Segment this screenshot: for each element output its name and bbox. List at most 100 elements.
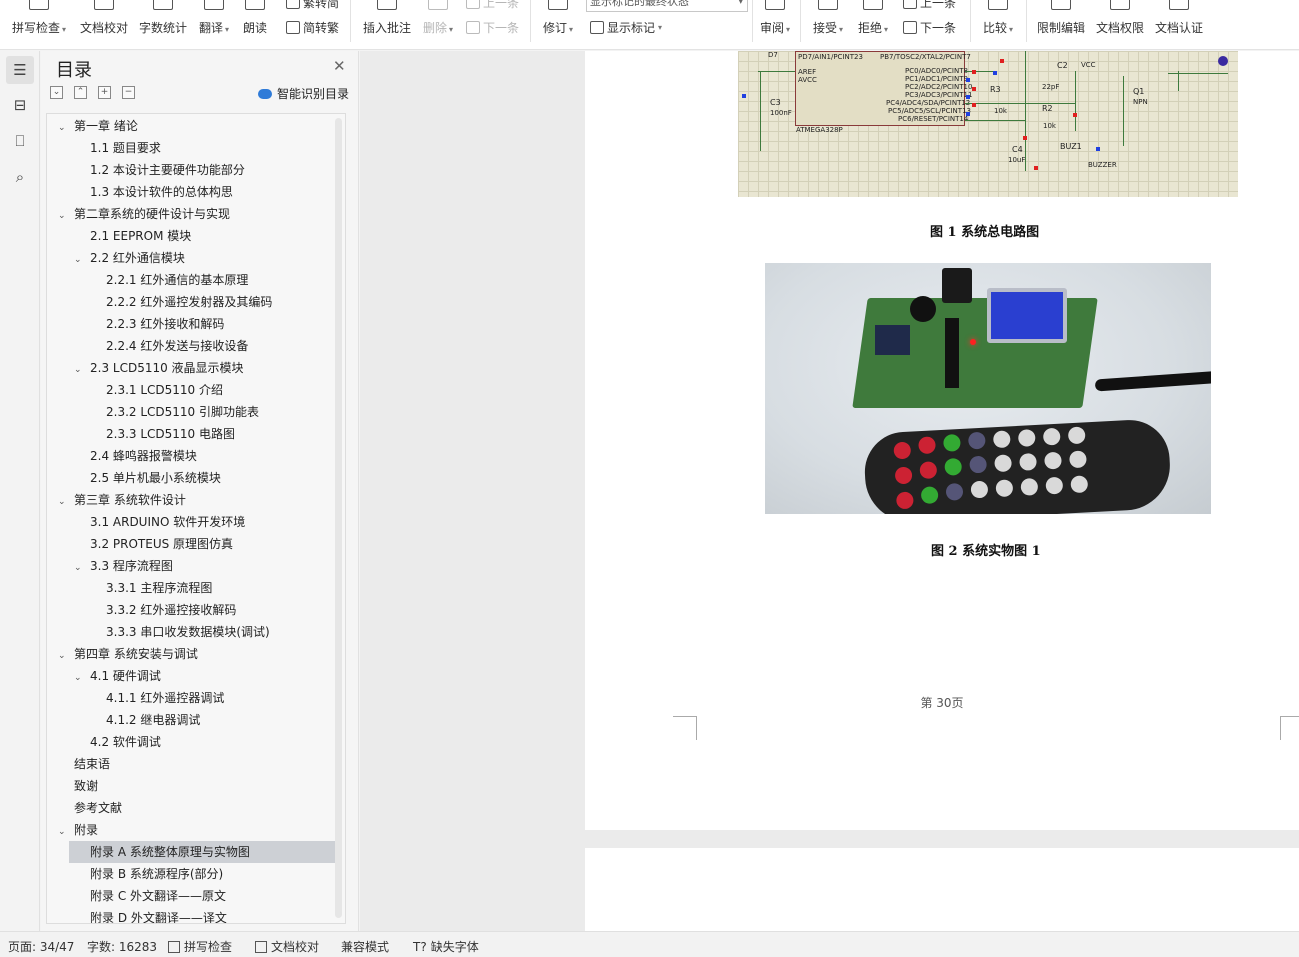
chevron-down-icon[interactable]: ⌄: [74, 557, 84, 579]
toc-item[interactable]: 2.5 单片机最小系统模块: [74, 467, 221, 489]
toc-panel-icon[interactable]: ☰: [6, 56, 34, 84]
toc-item[interactable]: 2.3.2 LCD5110 引脚功能表: [90, 401, 259, 423]
toc-item[interactable]: 附录 A 系统整体原理与实物图: [74, 841, 250, 863]
toc-item[interactable]: 1.3 本设计软件的总体构思: [74, 181, 233, 203]
hardware-photo: [765, 263, 1211, 514]
trad-simp-icon: [286, 0, 300, 9]
chevron-down-icon[interactable]: ⌄: [58, 205, 68, 227]
translate-button[interactable]: 翻译 ▾: [196, 0, 232, 48]
toc-item[interactable]: 4.1.2 继电器调试: [90, 709, 200, 731]
toc-item[interactable]: 2.4 蜂鸣器报警模块: [74, 445, 197, 467]
toc-item[interactable]: ⌄ 第四章 系统安装与调试: [58, 643, 198, 665]
chevron-down-icon[interactable]: ⌄: [74, 249, 84, 271]
toc-item[interactable]: 2.2.1 红外通信的基本原理: [90, 269, 248, 291]
red-led: [970, 339, 976, 345]
toc-item[interactable]: 2.2.4 红外发送与接收设备: [90, 335, 248, 357]
toc-item[interactable]: ⌄ 3.3 程序流程图: [74, 555, 173, 577]
toc-item[interactable]: 2.3.1 LCD5110 介绍: [90, 379, 223, 401]
chapter-nav-icon[interactable]: ⊟: [6, 91, 34, 119]
doc-proofread-button[interactable]: 文档校对: [78, 0, 130, 48]
read-aloud-button[interactable]: 朗读: [240, 0, 270, 48]
word-count-indicator[interactable]: 字数: 16283: [87, 938, 157, 955]
toc-item[interactable]: 附录 D 外文翻译——译文: [74, 907, 227, 923]
spell-check-status[interactable]: 拼写检查: [168, 938, 232, 955]
toc-scrollbar[interactable]: [335, 118, 342, 918]
toc-item[interactable]: 附录 B 系统源程序(部分): [74, 863, 223, 885]
toc-item[interactable]: ⌄ 附录: [58, 819, 98, 841]
toc-item[interactable]: ⌄ 2.3 LCD5110 液晶显示模块: [74, 357, 244, 379]
toc-item-label: 致谢: [74, 779, 99, 793]
circuit-schematic-image: D7 PD7/AIN1/PCINT23 PB7/TOSC2/XTAL2/PCIN…: [738, 51, 1238, 197]
toc-item-label: 2.1 EEPROM 模块: [90, 229, 192, 243]
toc-item[interactable]: 4.2 软件调试: [74, 731, 161, 753]
revise-button[interactable]: 修订 ▾: [540, 0, 576, 48]
prev-comment-button[interactable]: 上一条: [466, 0, 519, 11]
toc-item[interactable]: 3.3.1 主程序流程图: [90, 577, 212, 599]
bookmark-icon[interactable]: ⎕: [6, 127, 34, 155]
expand-up-icon[interactable]: ⌃: [74, 86, 87, 99]
toc-item[interactable]: 3.3.2 红外遥控接收解码: [90, 599, 236, 621]
toc-item-label: 1.1 题目要求: [90, 141, 161, 155]
toc-item[interactable]: 附录 C 外文翻译——原文: [74, 885, 226, 907]
close-icon[interactable]: ✕: [333, 57, 346, 75]
toc-item[interactable]: ⌄ 第一章 绪论: [58, 115, 138, 137]
trad-to-simp-button[interactable]: 繁转简: [286, 0, 339, 11]
reject-button[interactable]: 拒绝 ▾: [855, 0, 891, 48]
proofread-status[interactable]: 文档校对: [255, 938, 319, 955]
spell-check-button[interactable]: 拼写检查 ▾: [10, 0, 68, 48]
toc-item-label: 2.2.2 红外遥控发射器及其编码: [106, 295, 273, 309]
toc-item-label: 3.2 PROTEUS 原理图仿真: [90, 537, 234, 551]
smart-toc-button[interactable]: 智能识别目录: [258, 85, 349, 102]
search-icon[interactable]: ⌕: [6, 163, 34, 191]
delete-comment-button[interactable]: 删除 ▾: [420, 0, 456, 48]
word-count-button[interactable]: 字数统计: [137, 0, 189, 48]
toc-item[interactable]: 结束语: [58, 753, 110, 775]
toc-item[interactable]: 3.3.3 串口收发数据模块(调试): [90, 621, 270, 643]
insert-comment-button[interactable]: 插入批注: [362, 0, 412, 48]
next-change-button[interactable]: 下一条: [903, 19, 956, 36]
toc-item[interactable]: 2.2.3 红外接收和解码: [90, 313, 224, 335]
show-markup-button[interactable]: 显示标记 ▾: [590, 19, 662, 36]
chevron-down-icon[interactable]: ⌄: [58, 491, 68, 513]
toc-item[interactable]: 2.1 EEPROM 模块: [74, 225, 191, 247]
read-aloud-icon: [245, 0, 265, 10]
toc-item-label: 3.3.1 主程序流程图: [106, 581, 213, 595]
add-heading-icon[interactable]: +: [98, 86, 111, 99]
restrict-edit-button[interactable]: 限制编辑: [1035, 0, 1087, 48]
chevron-down-icon[interactable]: ⌄: [58, 645, 68, 667]
page-indicator[interactable]: 页面: 34/47: [8, 938, 74, 955]
toc-item[interactable]: 1.1 题目要求: [74, 137, 161, 159]
doc-cert-button[interactable]: 文档认证: [1153, 0, 1205, 48]
toc-item[interactable]: 1.2 本设计主要硬件功能部分: [74, 159, 245, 181]
missing-font-button[interactable]: T? 缺失字体: [413, 938, 479, 955]
certificate-icon: [1169, 0, 1189, 10]
toc-item[interactable]: 致谢: [58, 775, 98, 797]
chevron-down-icon[interactable]: ⌄: [74, 359, 84, 381]
toc-item[interactable]: 4.1.1 红外遥控器调试: [90, 687, 224, 709]
chevron-down-icon[interactable]: ⌄: [58, 117, 68, 139]
compare-button[interactable]: 比较 ▾: [980, 0, 1016, 48]
toc-item[interactable]: 3.1 ARDUINO 软件开发环境: [74, 511, 245, 533]
toc-item[interactable]: 2.2.2 红外遥控发射器及其编码: [90, 291, 272, 313]
accept-button[interactable]: 接受 ▾: [810, 0, 846, 48]
chevron-down-icon[interactable]: ⌄: [58, 821, 68, 843]
toc-item[interactable]: ⌄ 4.1 硬件调试: [74, 665, 161, 687]
toc-item[interactable]: ⌄ 第三章 系统软件设计: [58, 489, 186, 511]
toc-item[interactable]: 3.2 PROTEUS 原理图仿真: [74, 533, 233, 555]
toc-item-label: 1.3 本设计软件的总体构思: [90, 185, 233, 199]
prev-change-button[interactable]: 上一条: [903, 0, 956, 11]
chevron-down-icon[interactable]: ⌄: [74, 667, 84, 689]
collapse-all-icon[interactable]: ⌄: [50, 86, 63, 99]
review-button[interactable]: 审阅 ▾: [757, 0, 793, 48]
toc-item-label: 3.3.3 串口收发数据模块(调试): [106, 625, 270, 639]
toc-item[interactable]: 2.3.3 LCD5110 电路图: [90, 423, 235, 445]
remove-heading-icon[interactable]: −: [122, 86, 135, 99]
simp-to-trad-button[interactable]: 简转繁: [286, 19, 339, 36]
toc-item[interactable]: 参考文献: [58, 797, 122, 819]
markup-state-select[interactable]: 显示标记的最终状态 ▾: [586, 0, 748, 12]
translate-icon: [204, 0, 224, 10]
toc-item[interactable]: ⌄ 2.2 红外通信模块: [74, 247, 185, 269]
doc-permission-button[interactable]: 文档权限: [1094, 0, 1146, 48]
next-comment-button[interactable]: 下一条: [466, 19, 519, 36]
toc-item[interactable]: ⌄ 第二章系统的硬件设计与实现: [58, 203, 230, 225]
